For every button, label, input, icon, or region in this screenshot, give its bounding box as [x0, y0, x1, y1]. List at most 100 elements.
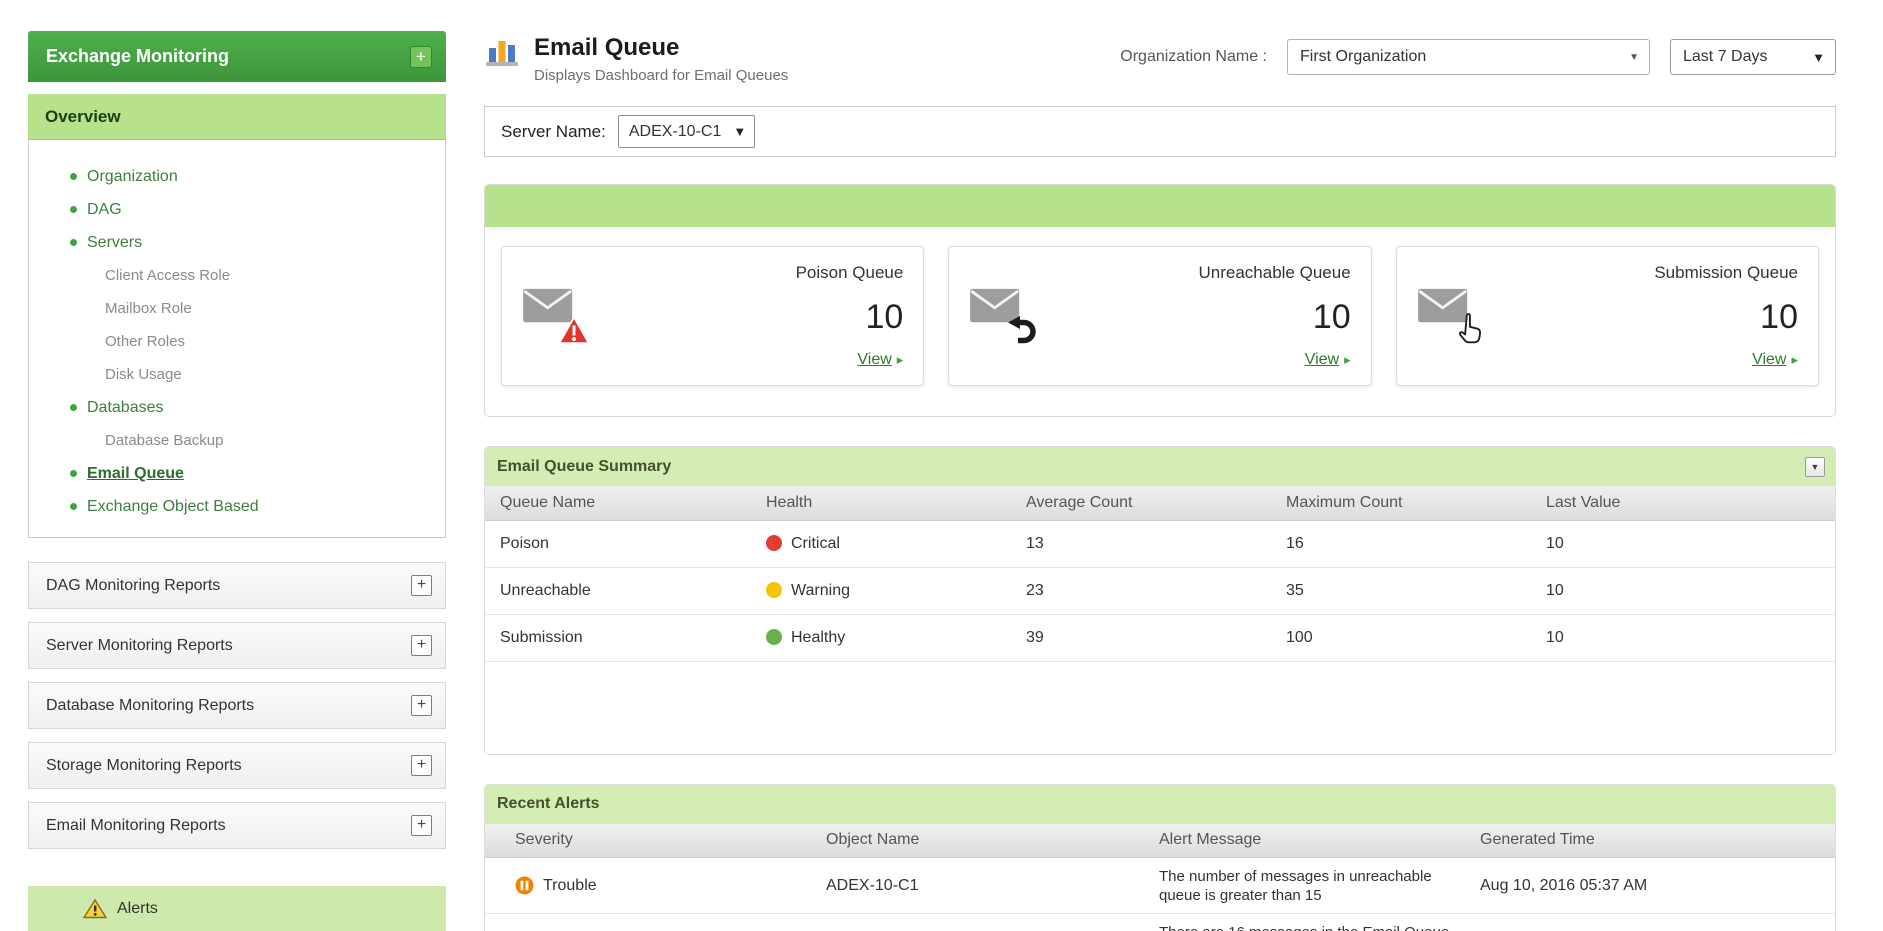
object-name-cell: ADEX-10-C1	[811, 914, 1144, 931]
sidebar-section-email-monitoring-reports[interactable]: Email Monitoring Reports +	[28, 802, 446, 849]
panel-spacer	[485, 662, 1835, 754]
bullet-icon	[70, 239, 77, 246]
health-label: Healthy	[791, 629, 845, 646]
menu-label: Servers	[87, 234, 142, 252]
envelope-alert-icon	[522, 282, 608, 350]
period-select[interactable]: Last 7 Days ▼	[1670, 39, 1836, 75]
sidebar-section-server-monitoring-reports[interactable]: Server Monitoring Reports +	[28, 622, 446, 669]
sidebar-item-alerts[interactable]: Alerts	[28, 886, 446, 931]
generated-time-cell: Aug 10, 2016 05:37 AM	[1465, 914, 1835, 931]
menu-label: Exchange Object Based	[87, 498, 259, 516]
expand-plus-icon[interactable]: +	[411, 575, 432, 596]
server-select[interactable]: ADEX-10-C1 ▼	[618, 115, 755, 148]
table-row-unreachable[interactable]: Unreachable Warning 23 35 10	[485, 567, 1835, 614]
card-value: 10	[1760, 300, 1798, 334]
server-select-value: ADEX-10-C1	[629, 123, 721, 141]
table-header-row: Queue Name Health Average Count Maximum …	[485, 486, 1835, 520]
average-count-cell: 13	[1011, 520, 1271, 567]
maximum-count-cell: 100	[1271, 614, 1531, 661]
sidebar-section-database-monitoring-reports[interactable]: Database Monitoring Reports +	[28, 682, 446, 729]
sidebar-item-client-access-role[interactable]: Client Access Role	[29, 259, 445, 292]
menu-label: Client Access Role	[105, 267, 230, 284]
sidebar-item-mailbox-role[interactable]: Mailbox Role	[29, 292, 445, 325]
health-label: Critical	[791, 535, 840, 552]
sidebar-header: Exchange Monitoring +	[28, 31, 446, 82]
expand-plus-icon[interactable]: +	[411, 695, 432, 716]
queue-name-cell: Unreachable	[485, 567, 751, 614]
server-bar: Server Name: ADEX-10-C1 ▼	[484, 106, 1836, 157]
menu-label: Mailbox Role	[105, 300, 192, 317]
warning-triangle-icon	[83, 898, 107, 919]
view-label: View	[857, 351, 891, 368]
envelope-return-icon	[969, 282, 1055, 350]
view-link[interactable]: View▸	[857, 351, 903, 369]
alert-message-cell: There are 16 messages in the Email Queue…	[1144, 914, 1465, 931]
sidebar-item-databases[interactable]: Databases	[29, 391, 445, 424]
column-header: Queue Name	[485, 486, 751, 520]
alert-row-critical[interactable]: Critical ADEX-10-C1 There are 16 message…	[485, 914, 1835, 931]
health-dot-critical-icon	[766, 535, 782, 551]
alerts-label: Alerts	[117, 900, 158, 918]
alert-row-trouble[interactable]: Trouble ADEX-10-C1 The number of message…	[485, 858, 1835, 914]
alert-message-cell: The number of messages in unreachable qu…	[1144, 858, 1465, 914]
menu-label: DAG	[87, 201, 122, 219]
sidebar-section-dag-monitoring-reports[interactable]: DAG Monitoring Reports +	[28, 562, 446, 609]
email-queue-summary-panel: Email Queue Summary ▼ Queue Name Health …	[484, 446, 1836, 755]
last-value-cell: 10	[1531, 567, 1835, 614]
organization-select[interactable]: First Organization ▼	[1287, 39, 1650, 75]
bullet-icon	[70, 503, 77, 510]
table-header-row: Severity Object Name Alert Message Gener…	[485, 824, 1835, 858]
header-controls: Organization Name : First Organization ▼…	[1120, 39, 1836, 75]
table-row-submission[interactable]: Submission Healthy 39 100 10	[485, 614, 1835, 661]
sidebar-item-overview[interactable]: Overview	[28, 94, 446, 140]
return-arrow-icon	[1005, 316, 1037, 350]
view-link[interactable]: View▸	[1305, 351, 1351, 369]
queue-name-cell: Poison	[485, 520, 751, 567]
sidebar-item-organization[interactable]: Organization	[29, 160, 445, 193]
view-label: View	[1752, 351, 1786, 368]
expand-plus-icon[interactable]: +	[411, 815, 432, 836]
bullet-icon	[70, 173, 77, 180]
title-block: Email Queue Displays Dashboard for Email…	[534, 34, 788, 84]
health-dot-healthy-icon	[766, 629, 782, 645]
alert-message: The number of messages in unreachable qu…	[1159, 867, 1465, 905]
column-header: Maximum Count	[1271, 486, 1531, 520]
object-name-cell: ADEX-10-C1	[811, 858, 1144, 914]
panel-title: Email Queue Summary	[497, 458, 671, 476]
view-link[interactable]: View▸	[1752, 351, 1798, 369]
unreachable-queue-card[interactable]: Unreachable Queue 10 View▸	[948, 246, 1371, 386]
sidebar-section-storage-monitoring-reports[interactable]: Storage Monitoring Reports +	[28, 742, 446, 789]
section-label: DAG Monitoring Reports	[46, 577, 220, 595]
submission-queue-card[interactable]: Submission Queue 10 View▸	[1396, 246, 1819, 386]
sidebar-item-email-queue[interactable]: Email Queue	[29, 457, 445, 490]
expand-plus-icon[interactable]: +	[411, 755, 432, 776]
average-count-cell: 23	[1011, 567, 1271, 614]
sidebar-item-dag[interactable]: DAG	[29, 193, 445, 226]
add-monitor-plus-icon[interactable]: +	[410, 46, 432, 68]
collapse-panel-button[interactable]: ▼	[1805, 457, 1825, 477]
health-label: Warning	[791, 582, 850, 599]
chevron-down-icon: ▼	[1629, 52, 1639, 63]
card-value: 10	[866, 300, 904, 334]
sidebar-item-exchange-object-based[interactable]: Exchange Object Based	[29, 490, 445, 523]
sidebar-item-other-roles[interactable]: Other Roles	[29, 325, 445, 358]
chevron-down-icon: ▼	[733, 124, 746, 139]
health-cell: Healthy	[751, 614, 1011, 661]
page-title: Email Queue	[534, 34, 788, 62]
page-subtitle: Displays Dashboard for Email Queues	[534, 67, 788, 84]
menu-label: Other Roles	[105, 333, 185, 350]
table-row-poison[interactable]: Poison Critical 13 16 10	[485, 520, 1835, 567]
menu-label: Organization	[87, 168, 178, 186]
generated-time-cell: Aug 10, 2016 05:37 AM	[1465, 858, 1835, 914]
sidebar-item-database-backup[interactable]: Database Backup	[29, 424, 445, 457]
sidebar-item-disk-usage[interactable]: Disk Usage	[29, 358, 445, 391]
health-cell: Critical	[751, 520, 1011, 567]
card-body: Submission Queue 10 View▸	[1503, 263, 1798, 369]
panel-title: Recent Alerts	[497, 795, 600, 813]
recent-alerts-table: Severity Object Name Alert Message Gener…	[485, 824, 1835, 931]
column-header: Alert Message	[1144, 824, 1465, 858]
expand-plus-icon[interactable]: +	[411, 635, 432, 656]
last-value-cell: 10	[1531, 614, 1835, 661]
sidebar-item-servers[interactable]: Servers	[29, 226, 445, 259]
poison-queue-card[interactable]: Poison Queue 10 View▸	[501, 246, 924, 386]
